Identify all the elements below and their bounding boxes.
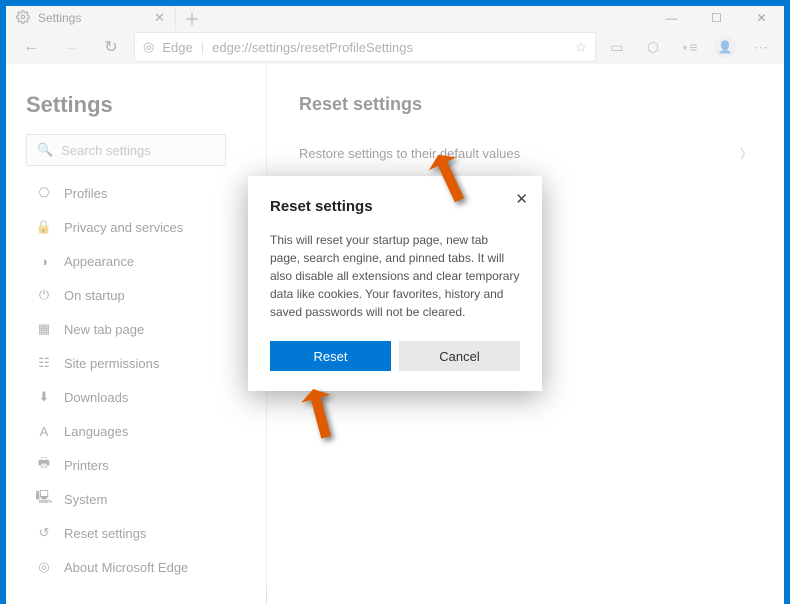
modal-overlay: ✕ Reset settings This will reset your st…	[6, 6, 784, 585]
dialog-title: Reset settings	[270, 198, 520, 215]
reset-button[interactable]: Reset	[270, 341, 391, 371]
reset-settings-dialog: ✕ Reset settings This will reset your st…	[248, 176, 542, 391]
dialog-body: This will reset your startup page, new t…	[270, 231, 520, 321]
cancel-button[interactable]: Cancel	[399, 341, 520, 371]
browser-window: Settings ✕ ＋ ― ☐ ✕ ← → ↻ ◎ Edge | edge:/…	[6, 6, 784, 585]
dialog-close-icon[interactable]: ✕	[515, 190, 528, 208]
